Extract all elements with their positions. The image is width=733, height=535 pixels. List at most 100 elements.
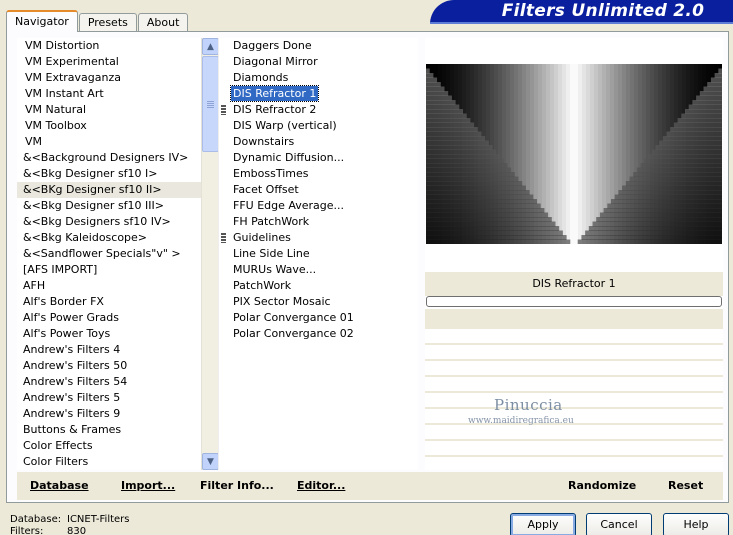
category-item[interactable]: Andrew's Filters 50: [17, 358, 201, 374]
category-item[interactable]: &<Sandflower Specials"v" >: [17, 246, 201, 262]
preview-band: [562, 64, 567, 244]
cancel-button[interactable]: Cancel: [586, 513, 652, 535]
randomize-button[interactable]: Randomize: [568, 479, 636, 492]
category-item[interactable]: AFH: [17, 278, 201, 294]
preview-shade: [426, 149, 497, 155]
category-item[interactable]: &<Bkg Designer sf10 I>: [17, 166, 201, 182]
preview-shade: [622, 185, 722, 191]
category-item[interactable]: Andrew's Filters 4: [17, 342, 201, 358]
progress-bar: [426, 296, 722, 307]
tab-presets[interactable]: Presets: [78, 13, 137, 32]
filter-info-button[interactable]: Filter Info...: [200, 479, 274, 492]
category-item[interactable]: &<BKg Designer sf10 II>: [17, 182, 201, 198]
category-item[interactable]: Color Effects: [17, 438, 201, 454]
editor-button[interactable]: Editor...: [297, 479, 345, 492]
filter-item[interactable]: DIS Warp (vertical): [219, 118, 418, 134]
preview-shade: [426, 158, 504, 164]
filter-item[interactable]: DIS Refractor 2: [219, 102, 418, 118]
filter-item[interactable]: FFU Edge Average...: [219, 198, 418, 214]
preview-area: DIS Refractor 1: [425, 38, 723, 470]
category-item[interactable]: VM Instant Art: [17, 86, 201, 102]
category-item[interactable]: [AFS IMPORT]: [17, 262, 201, 278]
filter-item[interactable]: Polar Convergance 02: [219, 326, 418, 342]
preview-shade: [607, 203, 722, 209]
filter-item[interactable]: Diagonal Mirror: [219, 54, 418, 70]
folder-marker-icon: [221, 233, 226, 243]
watermark-name: Pinuccia: [494, 396, 563, 414]
tab-about[interactable]: About: [137, 13, 189, 32]
category-item[interactable]: VM: [17, 134, 201, 150]
preview-shade: [426, 226, 560, 231]
category-item[interactable]: Andrew's Filters 9: [17, 406, 201, 422]
filter-item[interactable]: EmbossTimes: [219, 166, 418, 182]
preview-shade: [611, 199, 722, 204]
preview-shade: [596, 217, 722, 222]
param-row: [425, 393, 723, 409]
preview-shade: [670, 127, 722, 132]
preview-band: [582, 64, 587, 244]
category-item[interactable]: Buttons & Frames: [17, 422, 201, 438]
category-item[interactable]: VM Toolbox: [17, 118, 201, 134]
category-item[interactable]: Color Filters: [17, 454, 201, 470]
preview-shade: [599, 212, 722, 218]
filter-item[interactable]: PIX Sector Mosaic: [219, 294, 418, 310]
reset-button[interactable]: Reset: [668, 479, 703, 492]
preview-shade: [426, 104, 460, 110]
category-item[interactable]: Alf's Border FX: [17, 294, 201, 310]
preview-shade: [426, 118, 471, 123]
category-scrollbar[interactable]: ▲ ▼: [201, 38, 219, 470]
app-title: Filters Unlimited 2.0: [501, 1, 705, 21]
filter-item[interactable]: Dynamic Diffusion...: [219, 150, 418, 166]
preview-shade: [426, 185, 526, 191]
tab-navigator[interactable]: Navigator: [6, 10, 78, 32]
scroll-up-button[interactable]: ▲: [202, 38, 219, 55]
filter-item[interactable]: FH PatchWork: [219, 214, 418, 230]
grip-icon: [207, 100, 214, 108]
scroll-down-button[interactable]: ▼: [202, 453, 219, 470]
apply-button[interactable]: Apply: [510, 513, 576, 535]
category-item[interactable]: Andrew's Filters 5: [17, 390, 201, 406]
preview-shade: [681, 113, 722, 119]
preview-shade: [644, 158, 722, 164]
filter-item[interactable]: MURUs Wave...: [219, 262, 418, 278]
filters-count: 830: [67, 526, 87, 535]
up-arrow-icon: ▲: [207, 41, 214, 52]
help-button[interactable]: Help: [663, 513, 729, 535]
filter-item[interactable]: Line Side Line: [219, 246, 418, 262]
filter-list[interactable]: Daggers Done Diagonal Mirror Diamonds DIS R…: [218, 38, 418, 470]
category-item[interactable]: VM Distortion: [17, 38, 201, 54]
category-item[interactable]: VM Experimental: [17, 54, 201, 70]
watermark-url: www.maidiregrafica.eu: [468, 416, 574, 426]
category-item[interactable]: Alf's Power Grads: [17, 310, 201, 326]
filter-item[interactable]: Downstairs: [219, 134, 418, 150]
filter-item[interactable]: PatchWork: [219, 278, 418, 294]
action-bar: Database Import... Filter Info... Editor…: [17, 472, 723, 500]
category-item[interactable]: Andrew's Filters 54: [17, 374, 201, 390]
category-item[interactable]: &<Bkg Designer sf10 III>: [17, 198, 201, 214]
filter-item[interactable]: Polar Convergance 01: [219, 310, 418, 326]
category-item[interactable]: &<Background Designers IV>: [17, 150, 201, 166]
filter-item[interactable]: Facet Offset: [219, 182, 418, 198]
preview-band: [586, 64, 591, 244]
filter-item[interactable]: DIS Refractor 1: [219, 85, 418, 102]
category-item[interactable]: VM Extravaganza: [17, 70, 201, 86]
database-button[interactable]: Database: [30, 479, 89, 492]
preview-shade: [592, 221, 722, 227]
filter-item[interactable]: Diamonds: [219, 70, 418, 86]
preview-shade: [426, 95, 452, 101]
category-list[interactable]: VM Distortion VM Experimental VM Extravaga…: [17, 38, 201, 470]
category-item[interactable]: &<Bkg Designers sf10 IV>: [17, 214, 201, 230]
filter-item-label: EmbossTimes: [233, 167, 309, 180]
scroll-thumb[interactable]: [202, 56, 219, 152]
category-item[interactable]: Alf's Power Toys: [17, 326, 201, 342]
preview-shade: [677, 118, 722, 123]
category-item[interactable]: &<Bkg Kaleidoscope>: [17, 230, 201, 246]
preview-shade: [585, 230, 722, 236]
category-item[interactable]: VM Natural: [17, 102, 201, 118]
filter-preview-image: [426, 64, 722, 244]
import-button[interactable]: Import...: [121, 479, 175, 492]
filter-item-label: Facet Offset: [233, 183, 299, 196]
filter-item-label: PatchWork: [233, 279, 292, 292]
filter-item[interactable]: Guidelines: [219, 230, 418, 246]
filter-item[interactable]: Daggers Done: [219, 38, 418, 54]
